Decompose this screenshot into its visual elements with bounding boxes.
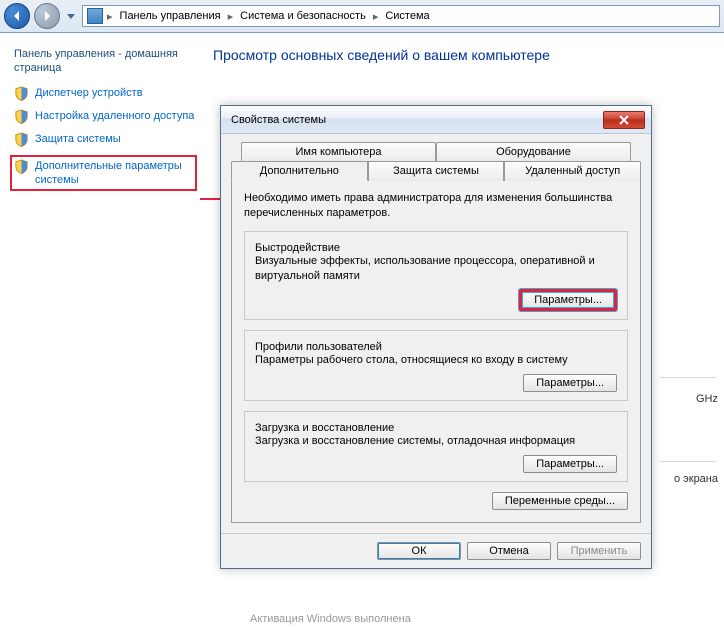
nav-forward-button[interactable] — [34, 3, 60, 29]
sidebar-link-device-manager[interactable]: Диспетчер устройств — [14, 86, 195, 101]
group-description: Загрузка и восстановление системы, отлад… — [255, 434, 617, 449]
system-properties-dialog: Свойства системы Имя компьютера Оборудов… — [220, 105, 652, 569]
sidebar-link-label: Настройка удаленного доступа — [35, 109, 194, 123]
bg-text-ghz: GHz — [696, 393, 718, 405]
breadcrumb-item[interactable]: Система и безопасность — [237, 9, 369, 23]
tabs-row-back: Имя компьютера Оборудование — [241, 142, 631, 161]
performance-settings-button[interactable]: Параметры... — [519, 289, 617, 311]
sidebar-link-label: Защита системы — [35, 132, 121, 146]
sidebar-link-system-protection[interactable]: Защита системы — [14, 132, 195, 147]
activation-status: Активация Windows выполнена — [250, 613, 411, 625]
nav-back-button[interactable] — [4, 3, 30, 29]
tab-system-protection[interactable]: Защита системы — [368, 161, 505, 181]
bg-text-screen: о экрана — [674, 473, 718, 485]
tab-computer-name[interactable]: Имя компьютера — [241, 142, 436, 161]
user-profiles-settings-button[interactable]: Параметры... — [523, 374, 617, 392]
sidebar-link-advanced-settings[interactable]: Дополнительные параметры системы — [10, 155, 197, 192]
computer-icon — [87, 8, 103, 24]
tab-content-advanced: Необходимо иметь права администратора дл… — [231, 180, 641, 523]
group-performance: Быстродействие Визуальные эффекты, испол… — [244, 231, 628, 321]
tab-remote[interactable]: Удаленный доступ — [504, 161, 641, 181]
group-description: Параметры рабочего стола, относящиеся ко… — [255, 353, 617, 368]
dialog-footer: ОК Отмена Применить — [221, 533, 651, 568]
chevron-right-icon[interactable]: ▸ — [107, 10, 113, 23]
breadcrumb-item[interactable]: Система — [382, 9, 432, 23]
group-legend: Быстродействие — [255, 242, 340, 254]
sidebar: Панель управления - домашняя страница Ди… — [0, 33, 203, 627]
cancel-button[interactable]: Отмена — [467, 542, 551, 560]
shield-icon — [14, 109, 29, 124]
dialog-body: Имя компьютера Оборудование Дополнительн… — [221, 134, 651, 533]
shield-icon — [14, 159, 29, 174]
shield-icon — [14, 132, 29, 147]
nav-bar: ▸ Панель управления ▸ Система и безопасн… — [0, 0, 724, 33]
group-user-profiles: Профили пользователей Параметры рабочего… — [244, 330, 628, 401]
group-legend: Профили пользователей — [255, 341, 382, 353]
sidebar-link-label: Диспетчер устройств — [35, 86, 143, 100]
startup-recovery-settings-button[interactable]: Параметры... — [523, 455, 617, 473]
address-bar[interactable]: ▸ Панель управления ▸ Система и безопасн… — [82, 5, 720, 27]
sidebar-heading: Панель управления - домашняя страница — [14, 47, 195, 76]
sidebar-link-label: Дополнительные параметры системы — [35, 159, 193, 188]
tab-hardware[interactable]: Оборудование — [436, 142, 631, 161]
tabs-row-front: Дополнительно Защита системы Удаленный д… — [231, 161, 641, 181]
chevron-right-icon[interactable]: ▸ — [228, 10, 234, 23]
page-title: Просмотр основных сведений о вашем компь… — [213, 47, 714, 63]
ok-button[interactable]: ОК — [377, 542, 461, 560]
breadcrumb-item[interactable]: Панель управления — [117, 9, 224, 23]
nav-history-dropdown[interactable] — [64, 3, 78, 29]
apply-button[interactable]: Применить — [557, 542, 641, 560]
dialog-close-button[interactable] — [603, 111, 645, 129]
group-legend: Загрузка и восстановление — [255, 422, 394, 434]
shield-icon — [14, 86, 29, 101]
divider — [660, 461, 716, 462]
group-description: Визуальные эффекты, использование процес… — [255, 254, 617, 284]
divider — [660, 377, 716, 378]
chevron-right-icon[interactable]: ▸ — [373, 10, 379, 23]
group-startup-recovery: Загрузка и восстановление Загрузка и вос… — [244, 411, 628, 482]
admin-note: Необходимо иметь права администратора дл… — [244, 191, 628, 221]
tab-advanced[interactable]: Дополнительно — [231, 161, 368, 181]
environment-variables-button[interactable]: Переменные среды... — [492, 492, 628, 510]
sidebar-link-remote-settings[interactable]: Настройка удаленного доступа — [14, 109, 195, 124]
dialog-titlebar[interactable]: Свойства системы — [221, 106, 651, 134]
dialog-title-text: Свойства системы — [231, 114, 603, 126]
